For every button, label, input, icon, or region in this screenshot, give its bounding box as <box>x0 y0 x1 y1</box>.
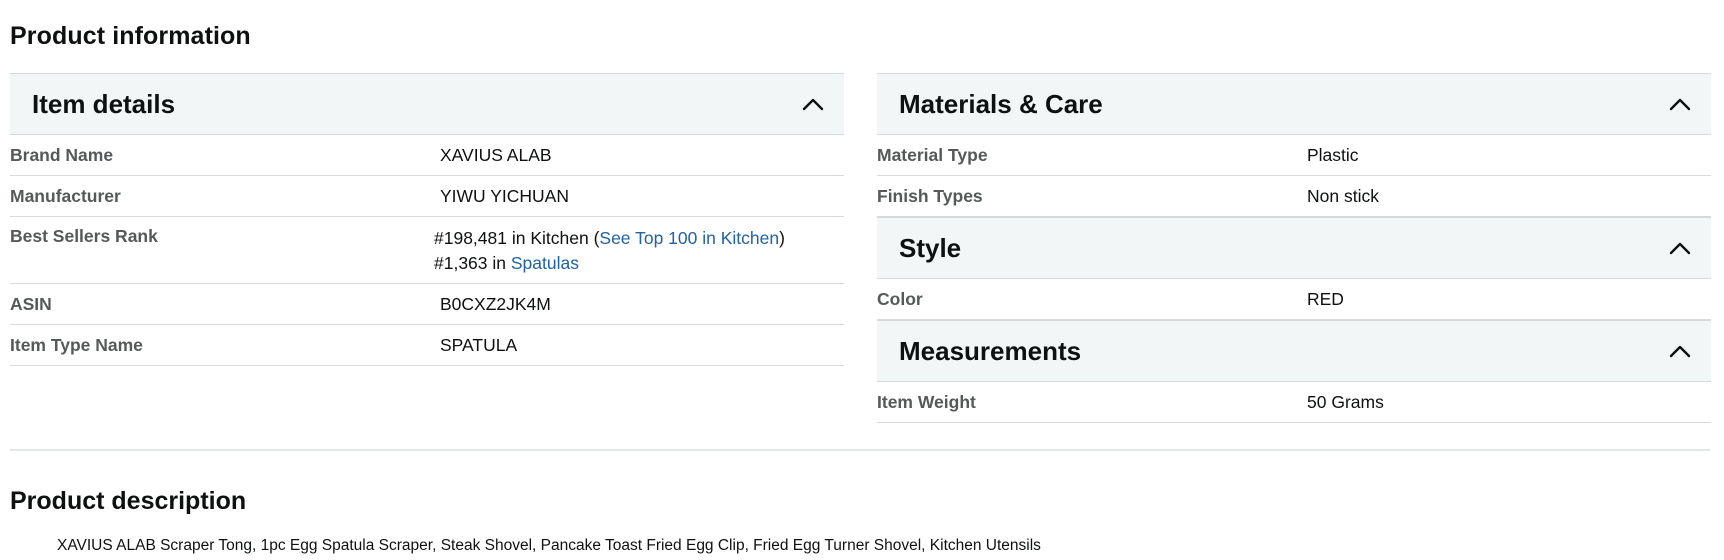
detail-value: Non stick <box>1307 185 1379 206</box>
rank-spatulas-text: #1,363 in <box>434 253 511 273</box>
chevron-up-icon[interactable] <box>1669 93 1691 115</box>
detail-label: Brand Name <box>10 145 114 165</box>
chevron-up-icon[interactable] <box>1669 237 1691 259</box>
rank-kitchen-suffix: ) <box>779 228 785 248</box>
section-divider <box>10 449 1710 451</box>
chevron-up-icon[interactable] <box>802 93 824 115</box>
detail-row-manufacturer: Manufacturer YIWU YICHUAN <box>10 176 844 217</box>
materials-care-header[interactable]: Materials & Care <box>877 73 1711 135</box>
materials-care-title: Materials & Care <box>899 88 1103 119</box>
page-title: Product information <box>10 22 251 50</box>
item-details-section: Item details Brand Name XAVIUS ALAB Manu… <box>10 73 844 366</box>
detail-row-item-type-name: Item Type Name SPATULA <box>10 325 844 366</box>
detail-row-color: Color RED <box>877 279 1711 320</box>
detail-row-item-weight: Item Weight 50 Grams <box>877 382 1711 423</box>
measurements-header[interactable]: Measurements <box>877 320 1711 382</box>
chevron-up-icon[interactable] <box>1669 340 1691 362</box>
style-title: Style <box>899 232 962 263</box>
detail-row-best-sellers-rank: Best Sellers Rank #198,481 in Kitchen (S… <box>10 217 844 284</box>
detail-label: Color <box>877 289 923 309</box>
detail-value: 50 Grams <box>1307 391 1384 412</box>
rank-kitchen-text: #198,481 in Kitchen ( <box>434 228 600 248</box>
detail-label: Manufacturer <box>10 186 121 206</box>
see-top-100-kitchen-link[interactable]: See Top 100 in Kitchen <box>599 228 779 248</box>
detail-row-brand-name: Brand Name XAVIUS ALAB <box>10 135 844 176</box>
detail-row-finish-types: Finish Types Non stick <box>877 176 1711 217</box>
detail-label: Best Sellers Rank <box>10 226 158 246</box>
detail-value: Plastic <box>1307 144 1359 165</box>
detail-value: B0CXZ2JK4M <box>440 293 551 314</box>
detail-label: Item Weight <box>877 392 976 412</box>
best-sellers-rank-value: #198,481 in Kitchen (See Top 100 in Kitc… <box>434 226 844 276</box>
detail-label: Material Type <box>877 145 988 165</box>
detail-value: RED <box>1307 288 1344 309</box>
detail-value: XAVIUS ALAB <box>440 144 552 165</box>
right-sections: Materials & Care Material Type Plastic F… <box>877 73 1711 423</box>
detail-label: Item Type Name <box>10 335 143 355</box>
item-details-header[interactable]: Item details <box>10 73 844 135</box>
detail-value: YIWU YICHUAN <box>440 185 569 206</box>
spatulas-link[interactable]: Spatulas <box>511 253 579 273</box>
detail-value: SPATULA <box>440 334 518 355</box>
detail-row-material-type: Material Type Plastic <box>877 135 1711 176</box>
detail-label: ASIN <box>10 294 52 314</box>
item-details-title: Item details <box>32 88 176 119</box>
product-description-text: XAVIUS ALAB Scraper Tong, 1pc Egg Spatul… <box>57 537 1041 554</box>
detail-row-asin: ASIN B0CXZ2JK4M <box>10 284 844 325</box>
style-header[interactable]: Style <box>877 217 1711 279</box>
detail-label: Finish Types <box>877 186 983 206</box>
measurements-title: Measurements <box>899 335 1082 366</box>
product-description-title: Product description <box>10 487 247 515</box>
